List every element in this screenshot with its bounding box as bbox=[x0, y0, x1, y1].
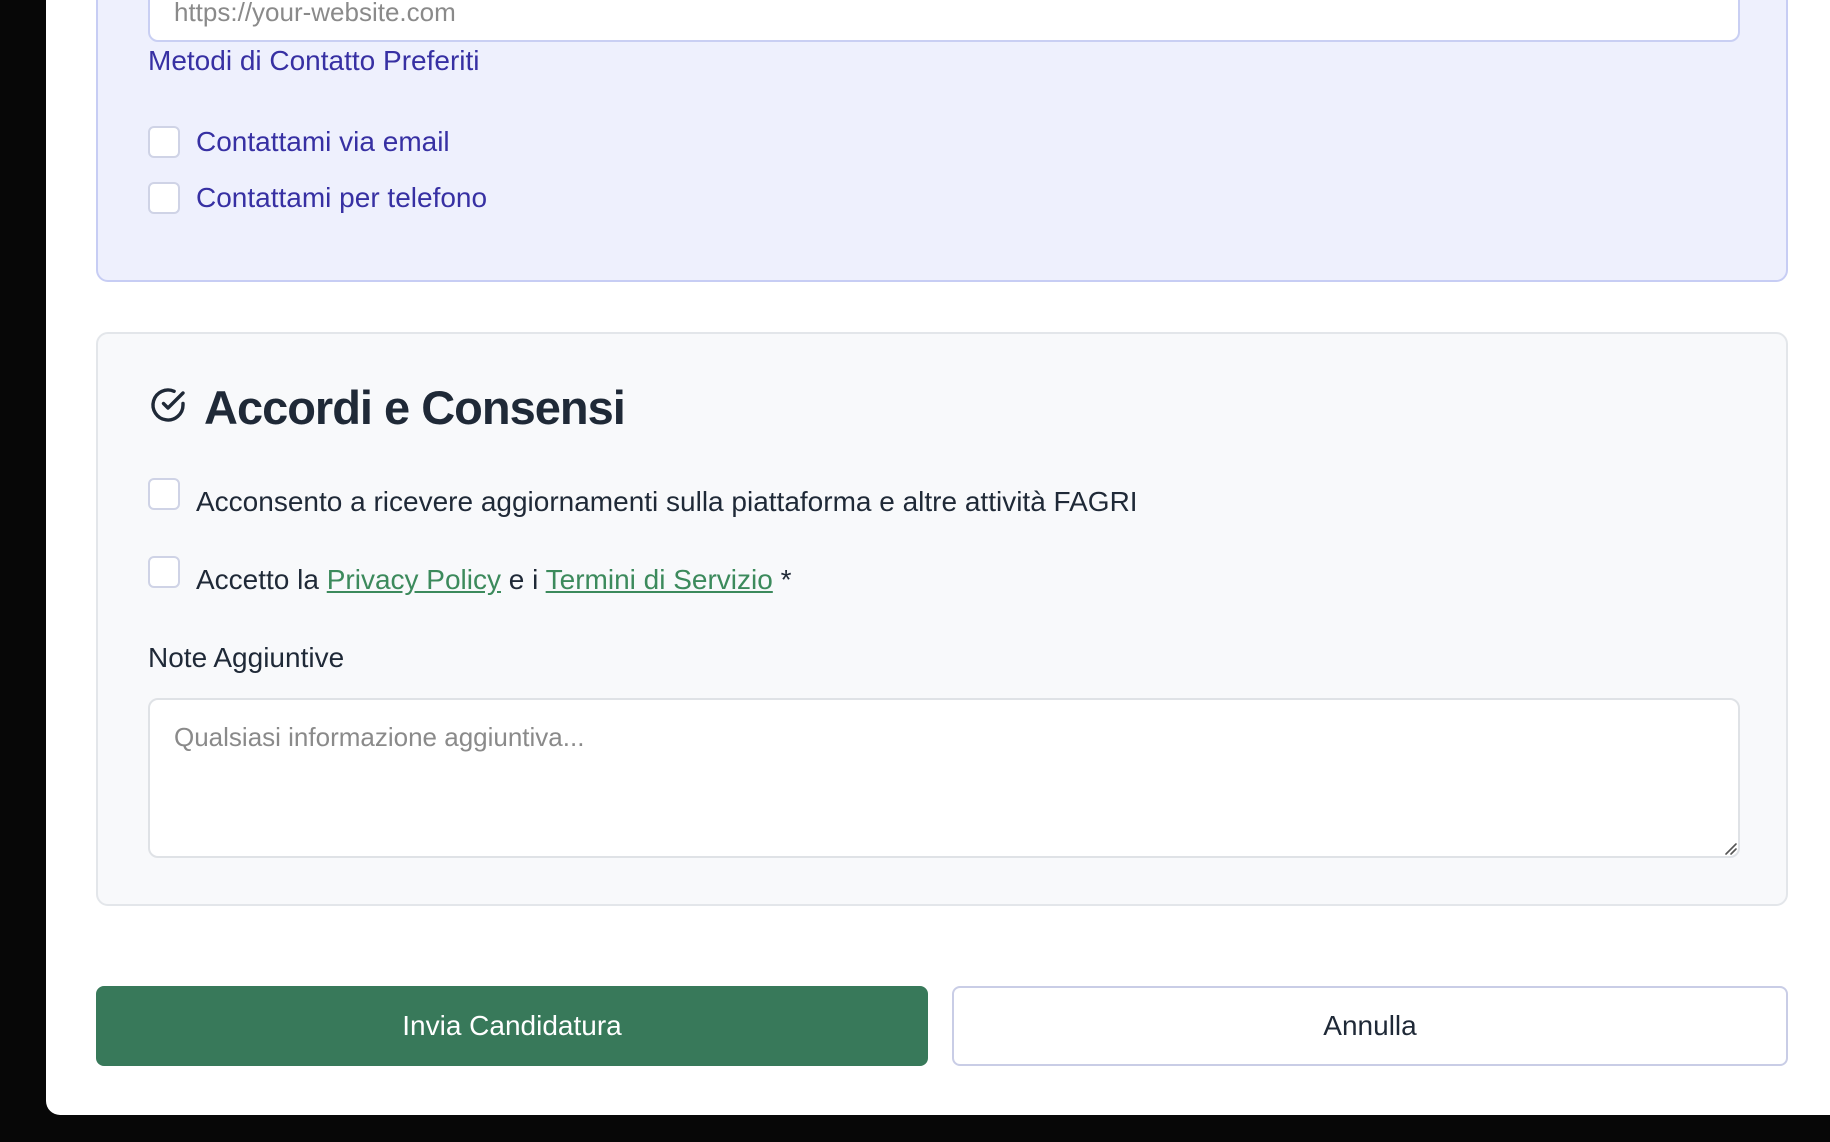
terms-consent-checkbox[interactable] bbox=[148, 556, 180, 588]
contact-phone-label: Contattami per telefono bbox=[196, 182, 488, 213]
accept-prefix-text: Accetto la bbox=[196, 564, 319, 595]
privacy-policy-link[interactable]: Privacy Policy bbox=[327, 564, 501, 595]
submit-application-button[interactable]: Invia Candidatura bbox=[96, 986, 928, 1066]
terms-consent-option[interactable]: Accetto la Privacy Policy e i Termini di… bbox=[148, 556, 792, 596]
updates-consent-option[interactable]: Acconsento a ricevere aggiornamenti sull… bbox=[148, 478, 1138, 518]
contact-preferences-section: Metodi di Contatto Preferiti Contattami … bbox=[96, 0, 1788, 282]
contact-email-option[interactable]: Contattami via email bbox=[148, 126, 450, 158]
website-input[interactable] bbox=[148, 0, 1740, 42]
notes-textarea[interactable] bbox=[148, 698, 1740, 858]
consents-section: Accordi e Consensi Acconsento a ricevere… bbox=[96, 332, 1788, 906]
consents-heading: Accordi e Consensi bbox=[148, 380, 626, 435]
required-mark: * bbox=[780, 564, 792, 595]
preferred-contact-title: Metodi di Contatto Preferiti bbox=[148, 45, 480, 76]
check-circle-icon bbox=[148, 385, 188, 430]
contact-phone-checkbox[interactable] bbox=[148, 182, 180, 214]
notes-label: Note Aggiuntive bbox=[148, 642, 345, 673]
and-text: e i bbox=[508, 564, 539, 595]
terms-of-service-link[interactable]: Termini di Servizio bbox=[546, 564, 773, 595]
contact-email-checkbox[interactable] bbox=[148, 126, 180, 158]
updates-consent-checkbox[interactable] bbox=[148, 478, 180, 510]
resize-handle-icon[interactable] bbox=[1722, 840, 1738, 856]
updates-consent-label: Acconsento a ricevere aggiornamenti sull… bbox=[196, 486, 1138, 517]
contact-phone-option[interactable]: Contattami per telefono bbox=[148, 182, 487, 214]
consents-title: Accordi e Consensi bbox=[204, 381, 626, 434]
cancel-button[interactable]: Annulla bbox=[952, 986, 1788, 1066]
contact-email-label: Contattami via email bbox=[196, 126, 450, 157]
terms-consent-label: Accetto la Privacy Policy e i Termini di… bbox=[196, 564, 792, 596]
